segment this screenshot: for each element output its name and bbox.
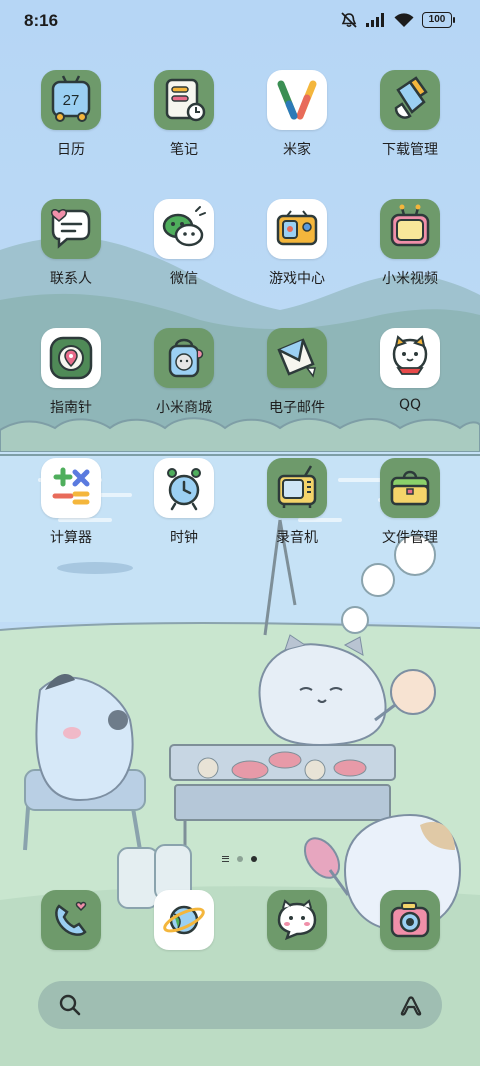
dock-phone[interactable] <box>21 890 121 950</box>
store-icon <box>154 328 214 388</box>
app-contacts[interactable]: 联系人 <box>21 199 121 288</box>
app-label: 时钟 <box>170 530 198 546</box>
contacts-icon <box>41 199 101 259</box>
notes-icon <box>154 70 214 130</box>
app-game-center[interactable]: 游戏中心 <box>247 199 347 288</box>
game-center-icon <box>267 199 327 259</box>
signal-icon <box>366 13 384 27</box>
app-label: 录音机 <box>276 530 318 546</box>
app-label: QQ <box>398 397 422 413</box>
mijia-icon <box>267 70 327 130</box>
app-label: 文件管理 <box>382 530 438 546</box>
app-download-manager[interactable]: 下载管理 <box>360 70 460 159</box>
page-indicator-menu <box>222 856 229 862</box>
app-mijia[interactable]: 米家 <box>247 70 347 159</box>
app-video[interactable]: 小米视频 <box>360 199 460 288</box>
status-bar: 8:16 100 <box>0 0 480 44</box>
app-email[interactable]: 电子邮件 <box>247 328 347 417</box>
dock-messages[interactable] <box>247 890 347 950</box>
app-clock[interactable]: 时钟 <box>134 458 234 547</box>
calendar-icon: 27 <box>41 70 101 130</box>
calendar-day: 27 <box>62 92 80 109</box>
app-label: 游戏中心 <box>269 271 325 287</box>
page-indicator[interactable] <box>222 856 257 862</box>
qq-icon <box>380 328 440 388</box>
app-wechat[interactable]: 微信 <box>134 199 234 288</box>
app-label: 指南针 <box>50 400 92 416</box>
search-icon <box>59 994 81 1016</box>
video-icon <box>380 199 440 259</box>
assistant-icon[interactable] <box>398 994 424 1016</box>
app-label: 日历 <box>57 142 85 158</box>
app-qq[interactable]: QQ <box>360 328 460 413</box>
app-notes[interactable]: 笔记 <box>134 70 234 159</box>
status-time: 8:16 <box>24 11 59 30</box>
app-label: 小米视频 <box>382 271 438 287</box>
dock-browser[interactable] <box>134 890 234 950</box>
calculator-icon <box>41 458 101 518</box>
app-compass[interactable]: 指南针 <box>21 328 121 417</box>
phone-icon <box>41 890 101 950</box>
app-label: 笔记 <box>170 142 198 158</box>
messages-icon <box>267 890 327 950</box>
app-recorder[interactable]: 录音机 <box>247 458 347 547</box>
app-label: 米家 <box>283 142 311 158</box>
mute-icon <box>341 12 357 28</box>
browser-icon <box>154 890 214 950</box>
compass-icon <box>41 328 101 388</box>
app-label: 微信 <box>170 271 198 287</box>
page-dot <box>237 856 243 862</box>
app-label: 计算器 <box>50 530 92 546</box>
email-icon <box>267 328 327 388</box>
status-icons: 100 <box>340 12 455 28</box>
app-calculator[interactable]: 计算器 <box>21 458 121 547</box>
app-label: 小米商城 <box>156 400 212 416</box>
app-store[interactable]: 小米商城 <box>134 328 234 417</box>
recorder-icon <box>267 458 327 518</box>
file-manager-icon <box>380 458 440 518</box>
app-label: 联系人 <box>50 271 92 287</box>
wechat-icon <box>154 199 214 259</box>
page-dot-active <box>251 856 257 862</box>
search-bar[interactable] <box>38 981 442 1029</box>
wifi-icon <box>394 12 414 27</box>
app-label: 电子邮件 <box>269 400 325 416</box>
app-label: 下载管理 <box>382 142 438 158</box>
dock-camera[interactable] <box>360 890 460 950</box>
app-file-manager[interactable]: 文件管理 <box>360 458 460 547</box>
battery-icon: 100 <box>422 12 455 28</box>
download-manager-icon <box>380 70 440 130</box>
app-calendar[interactable]: 27 日历 <box>21 70 121 159</box>
clock-icon <box>154 458 214 518</box>
camera-icon <box>380 890 440 950</box>
